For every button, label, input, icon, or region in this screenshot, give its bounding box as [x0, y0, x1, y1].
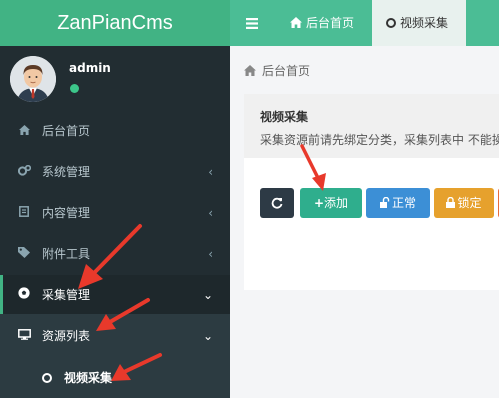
avatar: [10, 56, 56, 102]
sidebar-item-label: 内容管理: [42, 206, 91, 220]
sidebar-item-label: 采集管理: [42, 288, 91, 302]
main-content: 后台首页 视频采集 采集资源前请先绑定分类，采集列表中 不能操 +添加 正常 锁…: [230, 46, 499, 398]
info-callout: 视频采集 采集资源前请先绑定分类，采集列表中 不能操: [244, 94, 499, 158]
sidebar-item-attachments[interactable]: 附件工具 ‹: [0, 234, 230, 274]
add-button[interactable]: +添加: [300, 188, 362, 218]
sidebar-item-system[interactable]: 系统管理 ‹: [0, 152, 230, 192]
chevron-left-icon: ‹: [208, 165, 213, 179]
tag-icon: [17, 234, 31, 274]
add-button-label: 添加: [324, 196, 349, 210]
home-icon: [290, 17, 302, 28]
soccer-ball-icon: [17, 275, 31, 315]
sidebar-item-content[interactable]: 内容管理 ‹: [0, 193, 230, 233]
sidebar-item-label: 后台首页: [42, 124, 91, 138]
chevron-down-icon: ⌄: [202, 288, 213, 302]
circle-icon: [40, 358, 54, 398]
desktop-icon: [17, 316, 31, 356]
sidebar-item-resource-list[interactable]: 资源列表 ⌄: [0, 316, 230, 356]
top-header: ZanPianCms 后台首页 视频采集: [0, 0, 499, 46]
sidebar: admin 后台首页 系统管理 ‹ 内容管理 ‹ 附件工具 ‹ 采集管理 ⌄ 资…: [0, 46, 230, 398]
brand-logo[interactable]: ZanPianCms: [0, 0, 230, 46]
user-name: admin: [69, 61, 111, 75]
tab-home-label: 后台首页: [306, 16, 355, 30]
breadcrumb: 后台首页: [244, 62, 310, 79]
normal-button[interactable]: 正常: [366, 188, 430, 218]
lock-icon: [446, 196, 456, 208]
chevron-left-icon: ‹: [208, 206, 213, 220]
circle-icon: [386, 18, 396, 28]
normal-button-label: 正常: [391, 196, 416, 210]
refresh-button[interactable]: [260, 188, 294, 218]
menu-toggle-button[interactable]: [230, 0, 274, 46]
lock-button[interactable]: 锁定: [434, 188, 494, 218]
chevron-left-icon: ‹: [208, 247, 213, 261]
lock-button-label: 锁定: [457, 196, 482, 210]
content-panel: 视频采集 采集资源前请先绑定分类，采集列表中 不能操 +添加 正常 锁定: [244, 94, 499, 290]
unlock-icon: [379, 196, 390, 208]
cogs-icon: [17, 152, 31, 192]
tab-home[interactable]: 后台首页: [274, 0, 370, 46]
chevron-down-icon: ⌄: [202, 329, 213, 343]
sidebar-item-collect[interactable]: 采集管理 ⌄: [0, 275, 230, 315]
user-panel: admin: [0, 46, 230, 111]
callout-text: 采集资源前请先绑定分类，采集列表中 不能操: [260, 133, 499, 147]
refresh-icon: [271, 197, 283, 209]
sidebar-item-label: 附件工具: [42, 247, 91, 261]
sidebar-item-label: 系统管理: [42, 165, 91, 179]
online-status-dot: [70, 84, 79, 93]
dashboard-icon: [17, 111, 31, 151]
home-icon: [244, 65, 256, 76]
plus-icon: +: [313, 196, 325, 210]
sidebar-item-dashboard[interactable]: 后台首页: [0, 111, 230, 151]
tab-video-collect-label: 视频采集: [400, 16, 449, 30]
callout-title: 视频采集: [260, 110, 309, 124]
breadcrumb-label[interactable]: 后台首页: [262, 64, 310, 78]
sidebar-item-label: 视频采集: [64, 371, 113, 385]
book-icon: [17, 193, 31, 233]
sidebar-item-video-collect[interactable]: 视频采集: [0, 358, 230, 398]
bars-icon: [246, 18, 258, 29]
sidebar-item-label: 资源列表: [42, 329, 91, 343]
tab-video-collect[interactable]: 视频采集: [372, 0, 466, 46]
